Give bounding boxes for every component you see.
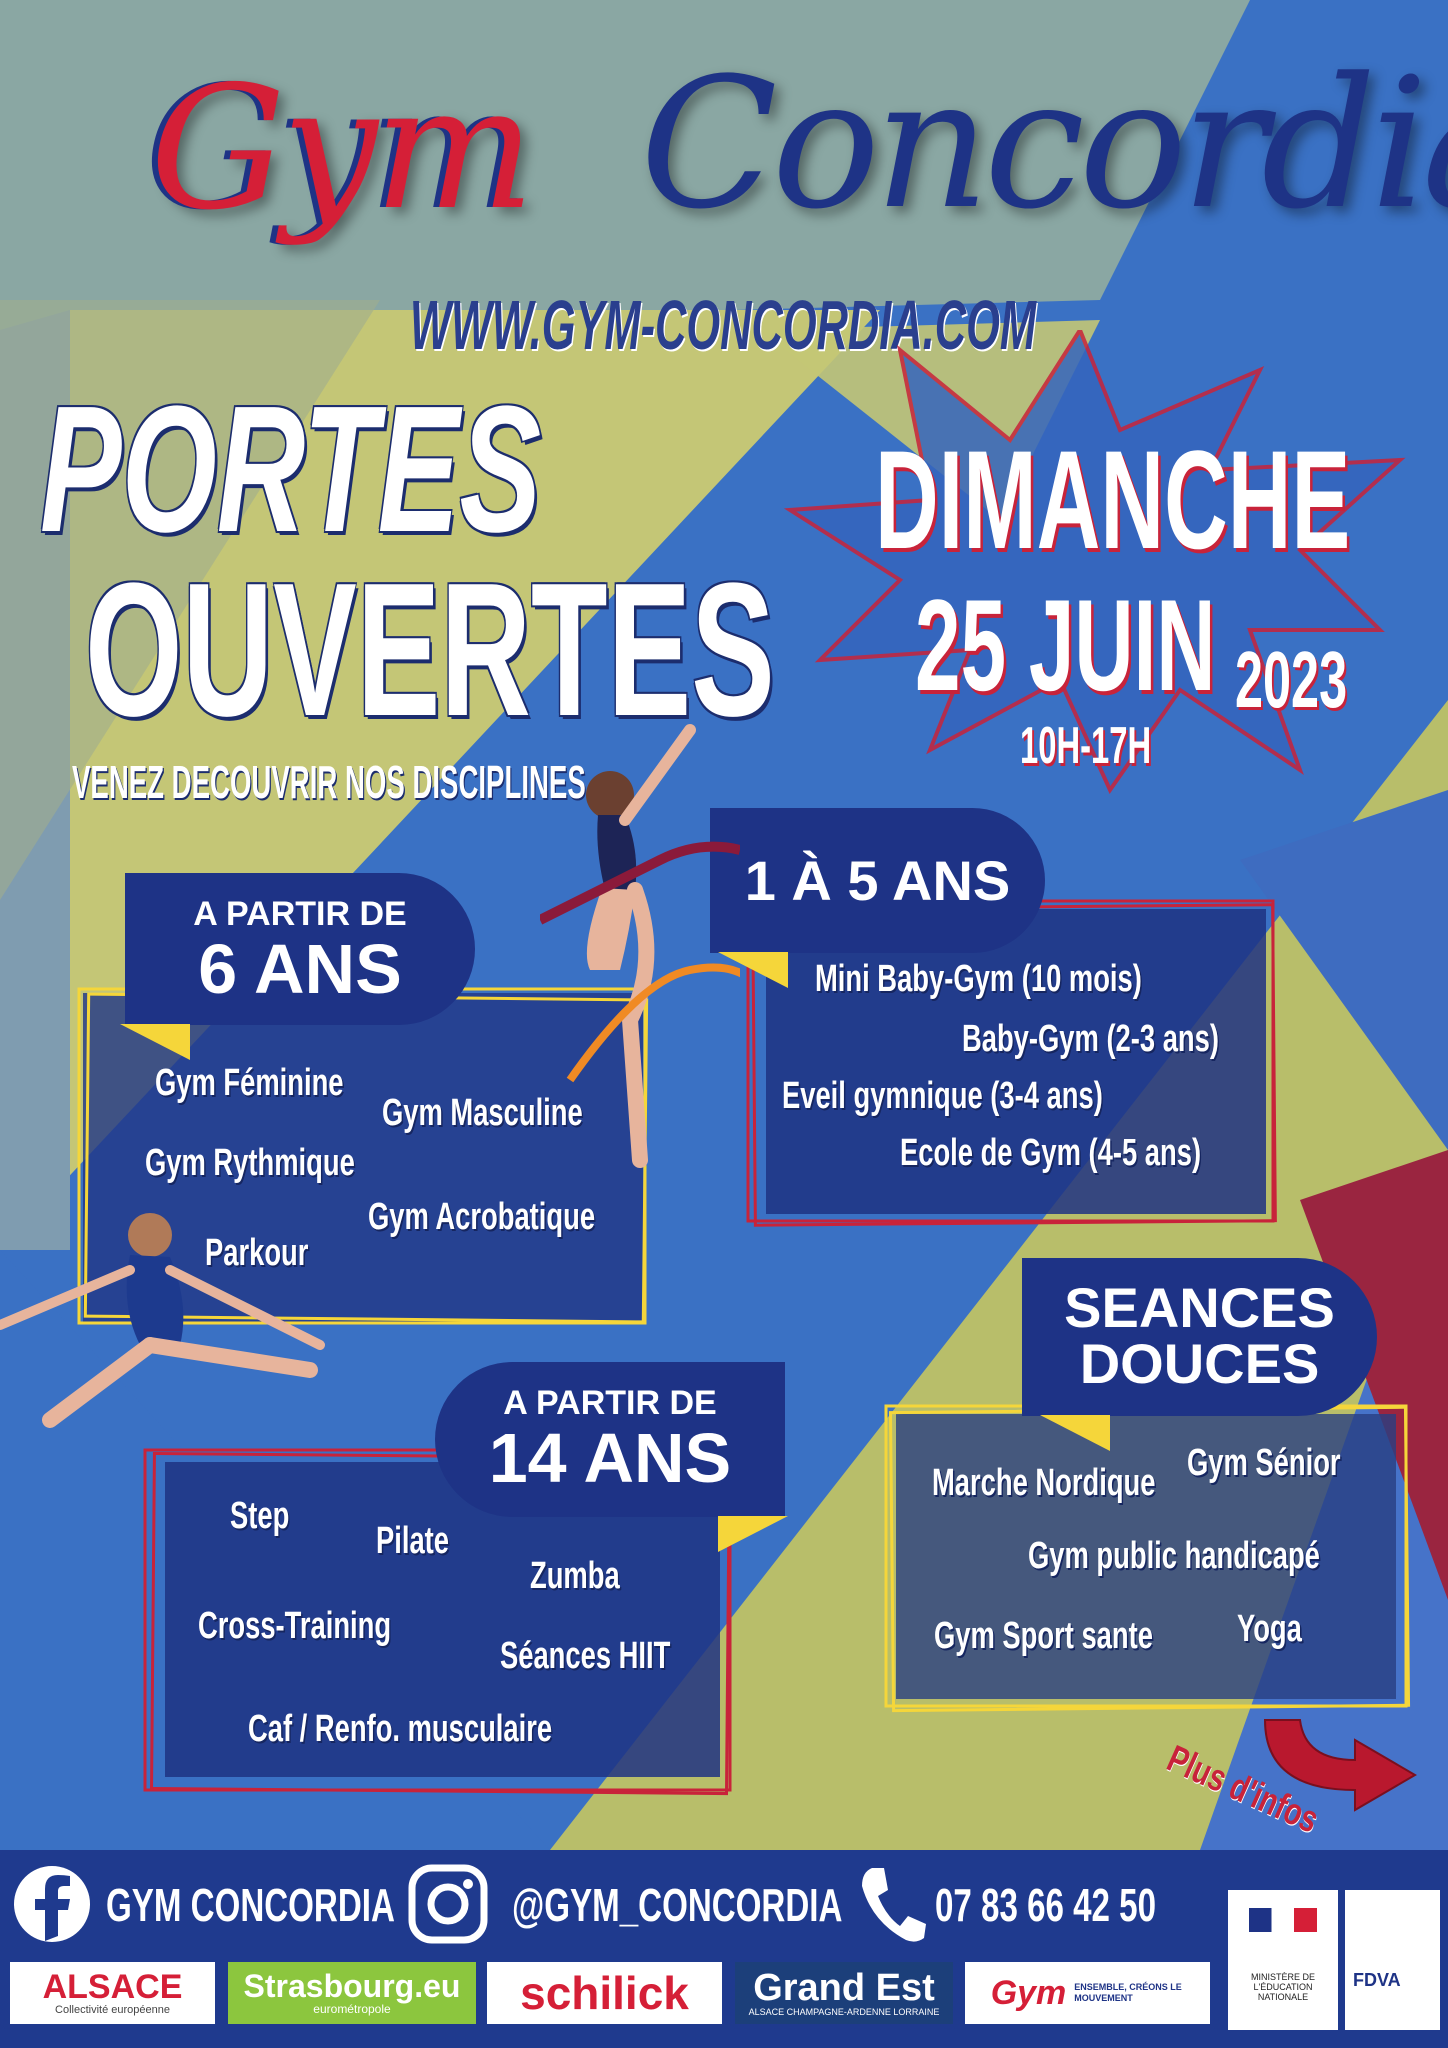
partner-grandest-sub: ALSACE CHAMPAGNE-ARDENNE LORRAINE <box>748 2007 940 2017</box>
section-6-item: Gym Rythmique <box>145 1142 355 1184</box>
partner-ffgym-text: Gym <box>990 1973 1067 2012</box>
section-6-label-line1: A PARTIR DE <box>193 895 407 933</box>
partner-strasbourg-text: Strasbourg.eu <box>243 1968 461 2004</box>
headline-ouvertes: OUVERTES <box>85 544 775 756</box>
section-14-label-line2: 14 ANS <box>488 1419 732 1497</box>
partner-ministere-text: MINISTÈRE DE L'ÉDUCATION NATIONALE <box>1250 1972 1315 2002</box>
brand-part-concordia: Concordia <box>640 40 1448 249</box>
phone-icon[interactable] <box>858 1864 928 1944</box>
section-14-item: Cross-Training <box>198 1605 392 1647</box>
section-14-label: A PARTIR DE 14 ANS <box>435 1362 785 1517</box>
partner-logo-alsace: ALSACE Collectivité européenne <box>10 1962 215 2024</box>
gymnast-ribbon-image <box>540 724 740 1168</box>
partner-ffgym-sub: ENSEMBLE, CRÉONS LE MOUVEMENT <box>1074 1982 1182 2003</box>
partner-grandest-text: Grand Est <box>753 1967 935 2009</box>
section-douces-item: Marche Nordique <box>932 1462 1156 1504</box>
phone-number[interactable]: 07 83 66 42 50 <box>935 1878 1156 1932</box>
section-douces-label-line2: DOUCES <box>1079 1332 1320 1395</box>
partner-logo-strasbourg: Strasbourg.eu eurométropole <box>228 1962 476 2024</box>
partner-logo-schilick: schilick <box>487 1962 722 2024</box>
section-douces-item: Gym Sport sante <box>934 1615 1153 1657</box>
facebook-link[interactable]: GYM CONCORDIA <box>106 1878 395 1932</box>
section-douces-label: SEANCES DOUCES <box>1022 1258 1377 1416</box>
partner-logo-fdva: FDVA <box>1345 1890 1440 2030</box>
partner-schilick-text: schilick <box>520 1967 689 2019</box>
section-14-item: Step <box>230 1495 290 1537</box>
section-1-5-item: Mini Baby-Gym (10 mois) <box>815 958 1142 1000</box>
brand-logo: Gym Concordia <box>140 20 1448 270</box>
section-14-item: Caf / Renfo. musculaire <box>248 1708 553 1750</box>
partner-alsace-sub: Collectivité européenne <box>55 2004 170 2016</box>
instagram-link[interactable]: @GYM_CONCORDIA <box>512 1878 842 1932</box>
headline-subtitle: VENEZ DECOUVRIR NOS DISCIPLINES <box>72 756 586 808</box>
section-1-5-label: 1 À 5 ANS <box>710 808 1045 953</box>
section-14-item: Zumba <box>530 1555 620 1597</box>
section-14-tab <box>718 1516 788 1552</box>
section-1-5-label-text: 1 À 5 ANS <box>744 849 1011 912</box>
partner-logo-grandest: Grand Est ALSACE CHAMPAGNE-ARDENNE LORRA… <box>735 1962 953 2024</box>
section-14-item: Pilate <box>376 1520 450 1562</box>
section-6-tab <box>120 1024 190 1060</box>
section-6-label: A PARTIR DE 6 ANS <box>125 873 475 1025</box>
date-hours: 10H-17H <box>1020 717 1152 775</box>
flag-icon <box>1249 1908 1317 1932</box>
brand-part-gym: Gym <box>150 50 535 248</box>
section-14-item: Séances HIIT <box>500 1635 671 1677</box>
section-douces-item: Yoga <box>1237 1608 1302 1650</box>
date-day: DIMANCHE <box>875 421 1351 578</box>
facebook-icon[interactable] <box>12 1864 92 1944</box>
section-14-label-line1: A PARTIR DE <box>503 1384 717 1422</box>
headline-portes: PORTES <box>40 369 542 570</box>
poster: Gym Concordia WWW.GYM-CONCORDIA.COM PORT… <box>0 0 1448 2048</box>
partner-logo-ffgym: Gym ENSEMBLE, CRÉONS LE MOUVEMENT <box>965 1962 1210 2024</box>
section-douces-item: Gym Sénior <box>1187 1442 1341 1484</box>
section-6-label-line2: 6 ANS <box>198 930 402 1008</box>
partner-strasbourg-sub: eurométropole <box>313 2002 391 2016</box>
section-1-5-item: Eveil gymnique (3-4 ans) <box>782 1075 1103 1117</box>
date-date: 25 JUIN <box>915 572 1216 718</box>
section-douces-label-line1: SEANCES <box>1064 1276 1335 1339</box>
section-douces-item: Gym public handicapé <box>1028 1535 1320 1577</box>
section-1-5-item: Baby-Gym (2-3 ans) <box>962 1018 1219 1060</box>
section-6-item: Gym Féminine <box>155 1062 344 1104</box>
section-6-item: Gym Acrobatique <box>368 1196 596 1238</box>
section-douces-tab <box>1040 1415 1110 1451</box>
gymnast-leap-image <box>0 1213 325 1428</box>
partner-logo-ministere: MINISTÈRE DE L'ÉDUCATION NATIONALE <box>1228 1890 1338 2030</box>
date-year: 2023 <box>1235 635 1348 724</box>
section-1-5-item: Ecole de Gym (4-5 ans) <box>900 1132 1202 1174</box>
instagram-icon[interactable] <box>408 1864 488 1944</box>
partner-alsace-text: ALSACE <box>42 1968 183 2006</box>
partner-fdva-text: FDVA <box>1353 1970 1401 1990</box>
